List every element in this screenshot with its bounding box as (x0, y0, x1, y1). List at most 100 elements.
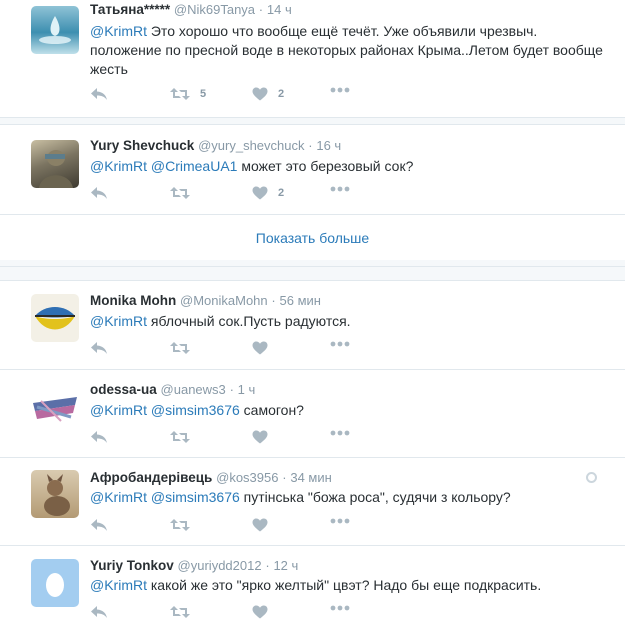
author-name[interactable]: Yuriy Tonkov (90, 558, 174, 573)
mention-link[interactable]: @KrimRt @CrimeaUA1 (90, 158, 237, 174)
more-button[interactable] (330, 341, 350, 347)
heart-icon (252, 430, 268, 444)
default-egg-avatar (46, 573, 64, 597)
show-more-link[interactable]: Показать больше (0, 230, 625, 246)
author-handle[interactable]: @MonikaMohn (180, 293, 268, 308)
like-count: 2 (278, 187, 285, 199)
avatar[interactable] (31, 559, 79, 607)
tweet-body: может это березовый сок? (237, 158, 414, 174)
separator-dot: · (271, 293, 276, 308)
reply-button[interactable] (90, 341, 108, 355)
reply-icon (91, 431, 107, 443)
reply-button[interactable] (90, 430, 108, 444)
separator-dot: · (258, 2, 264, 17)
retweet-icon (170, 187, 190, 199)
heart-icon (252, 87, 268, 101)
retweet-icon (170, 88, 190, 100)
more-icon (330, 186, 350, 192)
like-button[interactable] (252, 341, 268, 355)
like-button[interactable]: 2 (252, 87, 284, 101)
avatar[interactable] (31, 470, 79, 518)
heart-icon (252, 186, 268, 200)
reply-icon (91, 187, 107, 199)
tweet[interactable]: odessa-ua @uanews3 · 1 ч @KrimRt @simsim… (0, 370, 625, 457)
author-name[interactable]: Татьяна***** (90, 2, 170, 17)
tweet[interactable]: Татьяна***** @Nik69Tanya · 14 ч @KrimRt … (0, 0, 625, 115)
more-button[interactable] (330, 186, 350, 192)
mention-link[interactable]: @KrimRt @simsim3676 (90, 402, 240, 418)
author-name[interactable]: Monika Mohn (90, 293, 176, 308)
reply-icon (91, 606, 107, 618)
timestamp[interactable]: 56 мин (280, 293, 321, 308)
reply-button[interactable] (90, 186, 108, 200)
more-icon (330, 518, 350, 524)
retweet-button[interactable] (170, 518, 190, 532)
avatar[interactable] (31, 383, 79, 431)
mention-link[interactable]: @KrimRt @simsim3676 (90, 489, 240, 505)
author-handle[interactable]: @Nik69Tanya (174, 2, 255, 17)
like-button[interactable] (252, 605, 268, 619)
retweet-button[interactable] (170, 430, 190, 444)
more-button[interactable] (330, 605, 350, 611)
globe-icon (586, 472, 597, 483)
tweet-body: самогон? (239, 402, 304, 418)
like-button[interactable]: 2 (252, 186, 284, 200)
more-button[interactable] (330, 518, 350, 524)
mention-link[interactable]: @KrimRt (90, 23, 147, 39)
more-button[interactable] (330, 87, 350, 93)
tweet[interactable]: Афробандерівець @kos3956 · 34 мин @KrimR… (0, 458, 625, 544)
mention-link[interactable]: @KrimRt (90, 577, 147, 593)
tweet-body: Это хорошо что вообще ещё течёт. Уже объ… (90, 23, 603, 77)
author-name[interactable]: Yury Shevchuck (90, 138, 194, 153)
avatar[interactable] (31, 140, 79, 188)
tweet[interactable]: Yury Shevchuck @yury_shevchuck · 16 ч @K… (0, 126, 625, 214)
reply-button[interactable] (90, 605, 108, 619)
more-button[interactable] (330, 430, 350, 436)
more-icon (330, 341, 350, 347)
mention-link[interactable]: @KrimRt (90, 313, 147, 329)
avatar[interactable] (31, 294, 79, 342)
retweet-button[interactable] (170, 341, 190, 355)
tweet[interactable]: Yuriy Tonkov @yuriydd2012 · 12 ч @KrimRt… (0, 546, 625, 623)
tweet-text: @KrimRt @simsim3676 самогон? (90, 401, 610, 420)
tweet-body: какой же это "ярко желтый" цвэт? Надо бы… (146, 577, 542, 593)
retweet-icon (170, 342, 190, 354)
tweet-text: @KrimRt какой же это "ярко желтый" цвэт?… (90, 576, 610, 595)
reply-button[interactable] (90, 518, 108, 532)
author-handle[interactable]: @yury_shevchuck (198, 138, 304, 153)
reply-button[interactable] (90, 87, 108, 101)
author-name[interactable]: odessa-ua (90, 382, 157, 397)
separator-dot: · (229, 382, 234, 397)
timestamp[interactable]: 14 ч (267, 2, 292, 17)
more-icon (330, 605, 350, 611)
retweet-icon (170, 519, 190, 531)
retweet-button[interactable]: 5 (170, 87, 206, 101)
tweet-text: @KrimRt @simsim3676 путінська "божа роса… (90, 488, 610, 507)
tweet-body: путінська "божа роса", судячи з кольору? (239, 489, 511, 505)
timestamp[interactable]: 34 мин (290, 470, 331, 485)
animal-image (44, 474, 70, 516)
reply-icon (91, 519, 107, 531)
tweet-body: яблочный сок.Пусть радуются. (146, 313, 351, 329)
divider (0, 214, 625, 215)
conversation-gap (0, 260, 625, 281)
retweet-button[interactable] (170, 186, 200, 200)
reply-icon (91, 88, 107, 100)
timestamp[interactable]: 1 ч (238, 382, 256, 397)
retweet-button[interactable] (170, 605, 190, 619)
like-button[interactable] (252, 430, 268, 444)
author-handle[interactable]: @kos3956 (216, 470, 278, 485)
more-icon (330, 430, 350, 436)
like-button[interactable] (252, 518, 268, 532)
author-handle[interactable]: @yuriydd2012 (178, 558, 262, 573)
retweet-count: 5 (200, 88, 207, 100)
author-name[interactable]: Афробандерівець (90, 470, 212, 485)
tweet[interactable]: Monika Mohn @MonikaMohn · 56 мин @KrimRt… (0, 281, 625, 367)
timestamp[interactable]: 16 ч (316, 138, 341, 153)
author-handle[interactable]: @uanews3 (161, 382, 226, 397)
timestamp[interactable]: 12 ч (273, 558, 298, 573)
like-count: 2 (278, 88, 285, 100)
avatar[interactable] (31, 6, 79, 54)
tweet-text: @KrimRt яблочный сок.Пусть радуются. (90, 312, 610, 331)
heart-icon (252, 605, 268, 619)
